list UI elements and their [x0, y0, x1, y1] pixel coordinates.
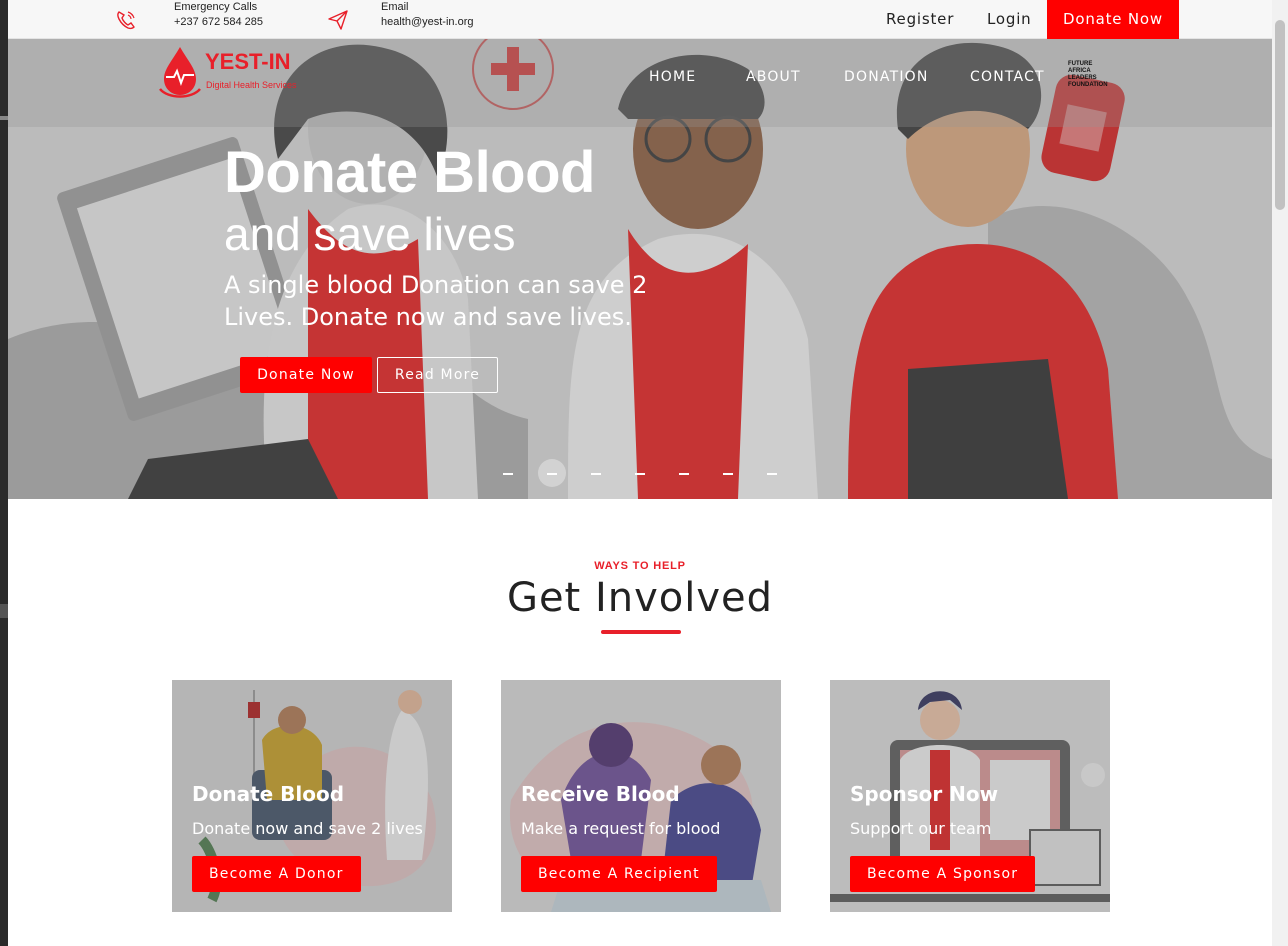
emergency-phone[interactable]: +237 672 584 285	[174, 15, 263, 30]
scrollbar-thumb[interactable]	[1275, 20, 1285, 210]
hero-donate-button[interactable]: Donate Now	[240, 357, 372, 393]
nav-donation[interactable]: DONATION	[844, 69, 929, 85]
logo-tagline: Digital Health Services	[206, 80, 297, 90]
card-donate-blood: Donate Blood Donate now and save 2 lives…	[172, 680, 452, 912]
phone-icon	[117, 11, 135, 30]
top-info-bar: Emergency Calls +237 672 584 285 Email h…	[8, 0, 1272, 39]
nav-about[interactable]: ABOUT	[746, 69, 801, 85]
logo-blood-drop-icon	[159, 47, 201, 98]
logo-name[interactable]: YEST-IN	[205, 49, 291, 75]
left-window-edge	[0, 0, 8, 946]
paper-plane-icon	[328, 10, 348, 30]
login-link[interactable]: Login	[987, 0, 1031, 39]
hero-title: Donate Blood	[224, 140, 595, 205]
hero-description: A single blood Donation can save 2 Lives…	[224, 271, 648, 331]
card-title: Receive Blood	[521, 782, 680, 806]
slider-pagination	[498, 459, 798, 489]
top-donate-button[interactable]: Donate Now	[1047, 0, 1179, 39]
emergency-contact: Emergency Calls +237 672 584 285	[174, 0, 263, 30]
slide-dot[interactable]	[547, 473, 557, 475]
card-description: Support our team	[850, 819, 992, 838]
nav-contact[interactable]: CONTACT	[970, 69, 1045, 85]
email-contact: Email health@yest-in.org	[381, 0, 474, 30]
section-title: Get Involved	[506, 575, 774, 621]
slide-dot[interactable]	[635, 473, 645, 475]
hero-subtitle: and save lives	[224, 208, 516, 260]
nav-home[interactable]: HOME	[649, 69, 696, 85]
card-receive-blood: Receive Blood Make a request for blood B…	[501, 680, 781, 912]
page-scrollbar[interactable]	[1272, 0, 1288, 946]
card-title: Donate Blood	[192, 782, 345, 806]
partner-logo: FUTURE AFRICA LEADERS FOUNDATION	[1068, 61, 1108, 88]
slide-dot[interactable]	[679, 473, 689, 475]
card-title: Sponsor Now	[850, 782, 999, 806]
slide-dot[interactable]	[503, 473, 513, 475]
card-sponsor-now: Sponsor Now Support our team Become A Sp…	[830, 680, 1110, 912]
slide-dot[interactable]	[591, 473, 601, 475]
email-label: Email	[381, 1, 409, 13]
hero-read-more-button[interactable]: Read More	[377, 357, 498, 393]
emergency-label: Emergency Calls	[174, 1, 258, 13]
become-donor-button[interactable]: Become A Donor	[192, 856, 361, 892]
become-sponsor-button[interactable]: Become A Sponsor	[850, 856, 1036, 892]
card-description: Donate now and save 2 lives	[192, 819, 423, 838]
become-recipient-button[interactable]: Become A Recipient	[521, 856, 717, 892]
edge-mark	[0, 116, 8, 120]
hero-slider: YEST-IN Digital Health Services HOME ABO…	[8, 39, 1272, 499]
register-link[interactable]: Register	[886, 0, 954, 39]
section-eyebrow: WAYS TO HELP	[594, 560, 686, 572]
email-address[interactable]: health@yest-in.org	[381, 15, 474, 30]
main-navigation: YEST-IN Digital Health Services HOME ABO…	[8, 39, 1272, 127]
slide-dot[interactable]	[767, 473, 777, 475]
slide-dot[interactable]	[723, 473, 733, 475]
section-underline	[601, 630, 681, 634]
card-description: Make a request for blood	[521, 819, 721, 838]
